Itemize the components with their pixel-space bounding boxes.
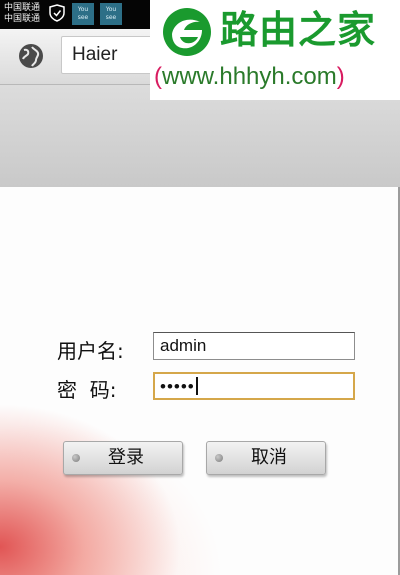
app-notification-icon: You see <box>100 3 122 25</box>
carrier-info: 中国联通 中国联通 <box>4 3 40 25</box>
watermark: 路由之家 (www.hhhyh.com) <box>150 0 400 100</box>
password-mask: ••••• <box>160 377 195 396</box>
watermark-title: 路由之家 <box>220 8 377 52</box>
login-button[interactable]: 登录 <box>63 441 183 475</box>
paren-close: ) <box>336 63 345 90</box>
app-notification-icon: You see <box>72 3 94 25</box>
cancel-button-label: 取消 <box>251 447 287 468</box>
watermark-url: (www.hhhyh.com) <box>154 60 345 94</box>
globe-icon[interactable] <box>17 42 45 74</box>
username-label: 用户名: <box>57 339 124 363</box>
paren-open: ( <box>154 63 162 90</box>
login-panel: 用户名: admin 密 码: ••••• 登录 取消 <box>0 187 400 575</box>
shield-icon <box>49 4 65 26</box>
username-field[interactable]: admin <box>153 332 355 360</box>
cancel-button[interactable]: 取消 <box>206 441 326 475</box>
carrier-line-2: 中国联通 <box>4 14 41 24</box>
watermark-url-text: www.hhhyh.com <box>162 63 337 90</box>
router-logo-icon <box>158 6 216 62</box>
login-button-label: 登录 <box>108 447 144 468</box>
page-header-area <box>0 85 400 187</box>
carrier-line-1: 中国联通 <box>4 3 41 13</box>
text-cursor <box>195 377 198 395</box>
password-label: 密 码: <box>57 378 117 402</box>
password-field[interactable]: ••••• <box>153 372 355 400</box>
